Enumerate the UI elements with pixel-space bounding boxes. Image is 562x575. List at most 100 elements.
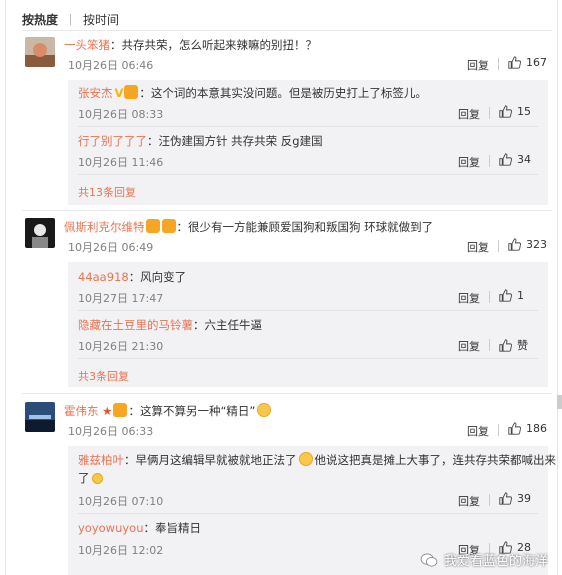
scrollbar[interactable] xyxy=(557,395,562,409)
divider xyxy=(22,210,552,211)
username-link[interactable]: yoyowuyou xyxy=(78,521,144,535)
username-link[interactable]: 一头笨猪 xyxy=(64,38,110,52)
divider xyxy=(489,339,490,351)
thumbs-up-icon xyxy=(508,238,521,251)
timestamp: 10月27日 17:47 xyxy=(78,292,164,305)
reply-panel: 张安杰 V ：这个词的本意其实没问题。但是被历史打上了标签儿。 10月26日 08:… xyxy=(68,80,548,205)
emoji-icon xyxy=(298,452,313,466)
timestamp: 10月26日 08:33 xyxy=(78,108,164,121)
divider xyxy=(78,513,538,514)
reply-button[interactable]: 回复 xyxy=(467,423,489,439)
reply-button[interactable]: 回复 xyxy=(458,338,480,354)
username-link[interactable]: 张安杰 xyxy=(78,86,113,100)
reply-button[interactable]: 回复 xyxy=(467,239,489,255)
timestamp: 10月26日 21:30 xyxy=(78,340,164,353)
timestamp: 10月26日 11:46 xyxy=(78,156,164,169)
like-count: 323 xyxy=(526,238,547,251)
wechat-icon xyxy=(420,552,438,567)
like-count: 167 xyxy=(526,56,547,69)
avatar[interactable] xyxy=(25,37,55,67)
like-count: 186 xyxy=(526,422,547,435)
reply-text: 雅兹柏叶：早俩月这编辑早就被就地正法了 他说这把真是摊上大事了，连共存共荣都喊出来 xyxy=(78,451,556,469)
badge-icon xyxy=(161,219,176,233)
like-count: 39 xyxy=(517,492,531,505)
avatar[interactable] xyxy=(25,218,55,248)
username-link[interactable]: 雅兹柏叶 xyxy=(78,453,124,467)
sort-time-tab[interactable]: 按时间 xyxy=(83,11,119,28)
reply-body: ：六主任牛逼 xyxy=(193,318,262,332)
reply-button[interactable]: 回复 xyxy=(458,493,480,509)
username-link[interactable]: 行了别了了了 xyxy=(78,134,147,148)
like-button[interactable]: 34 xyxy=(499,153,531,166)
watermark-text: 我爱看蓝色的海洋 xyxy=(443,554,548,569)
emoji-icon xyxy=(91,473,103,484)
avatar[interactable] xyxy=(25,402,55,432)
divider xyxy=(78,126,538,127)
timestamp: 10月26日 06:46 xyxy=(68,59,154,72)
divider xyxy=(70,13,72,25)
comment-text: 一头笨猪：共存共荣，怎么听起来辣嘛的别扭！？ xyxy=(64,36,548,54)
like-button[interactable]: 15 xyxy=(499,105,531,118)
reply-text: 隐藏在土豆里的马铃薯：六主任牛逼 xyxy=(78,316,538,334)
divider xyxy=(489,107,490,119)
timestamp: 10月26日 07:10 xyxy=(78,495,164,508)
reply-body: 他说这把真是摊上大事了，连共存共荣都喊出来 xyxy=(314,453,557,467)
divider xyxy=(22,30,552,31)
divider xyxy=(498,424,499,436)
like-button[interactable]: 323 xyxy=(508,238,547,251)
username-link[interactable]: 44aa918 xyxy=(78,270,129,284)
comment-body: ：共存共荣，怎么听起来辣嘛的别扭！？ xyxy=(110,38,317,52)
username-link[interactable]: 霍伟东 xyxy=(64,404,99,418)
vip-icon: V xyxy=(114,86,124,100)
avatar-image xyxy=(25,37,55,67)
like-count: 34 xyxy=(517,153,531,166)
reply-text-continued: 了 xyxy=(78,469,538,487)
reply-text: yoyowuyou：奉旨精日 xyxy=(78,519,538,537)
reply-button[interactable]: 回复 xyxy=(467,57,489,73)
thumbs-up-icon xyxy=(499,289,512,302)
badge-icon xyxy=(145,219,160,233)
divider xyxy=(489,291,490,303)
timestamp: 10月26日 12:02 xyxy=(78,544,164,557)
like-button[interactable]: 赞 xyxy=(499,337,528,353)
comment-text: 霍伟东 ★ ：这算不算另一种“精日” xyxy=(64,402,548,420)
divider xyxy=(489,155,490,167)
divider xyxy=(22,393,552,394)
avatar-image xyxy=(25,402,55,432)
reply-body: ：这个词的本意其实没问题。但是被历史打上了标签儿。 xyxy=(139,86,427,100)
watermark: 我爱看蓝色的海洋 xyxy=(420,550,548,569)
username-link[interactable]: 佩斯利克尔维特 xyxy=(64,220,145,234)
reply-body: ：汪伪建国方针 共存共荣 反g建国 xyxy=(147,134,323,148)
like-button[interactable]: 186 xyxy=(508,422,547,435)
reply-button[interactable]: 回复 xyxy=(458,106,480,122)
comment-text: 佩斯利克尔维特 ：很少有一方能兼顾爱国狗和叛国狗 环球就做到了 xyxy=(64,218,548,236)
reply-button[interactable]: 回复 xyxy=(458,290,480,306)
username-link[interactable]: 隐藏在土豆里的马铃薯 xyxy=(78,318,193,332)
badge-icon xyxy=(113,403,128,417)
comment-body: ：很少有一方能兼顾爱国狗和叛国狗 环球就做到了 xyxy=(176,220,434,234)
more-replies-link[interactable]: 共3条回复 xyxy=(78,368,129,384)
like-count: 15 xyxy=(517,105,531,118)
timestamp: 10月26日 06:33 xyxy=(68,425,154,438)
reply-body: ：早俩月这编辑早就被就地正法了 xyxy=(124,453,297,467)
emoji-icon xyxy=(257,403,272,417)
more-replies-link[interactable]: 共13条回复 xyxy=(78,184,136,200)
reply-body: ：风向变了 xyxy=(128,270,187,284)
reply-button[interactable]: 回复 xyxy=(458,154,480,170)
like-count: 1 xyxy=(517,289,524,302)
like-count: 赞 xyxy=(517,339,528,352)
thumbs-up-icon xyxy=(499,338,512,352)
comment-body: ：这算不算另一种“精日” xyxy=(128,404,256,418)
avatar-image xyxy=(25,218,55,248)
divider xyxy=(498,240,499,252)
like-button[interactable]: 167 xyxy=(508,56,547,69)
thumbs-up-icon xyxy=(508,56,521,69)
divider xyxy=(489,494,490,506)
badge-icon xyxy=(124,85,139,99)
sort-bar: 按热度 按时间 xyxy=(22,10,119,28)
sort-hot-tab[interactable]: 按热度 xyxy=(22,11,58,28)
reply-body: ：奉旨精日 xyxy=(143,521,202,535)
like-button[interactable]: 1 xyxy=(499,289,524,302)
thumbs-up-icon xyxy=(499,105,512,118)
like-button[interactable]: 39 xyxy=(499,492,531,505)
